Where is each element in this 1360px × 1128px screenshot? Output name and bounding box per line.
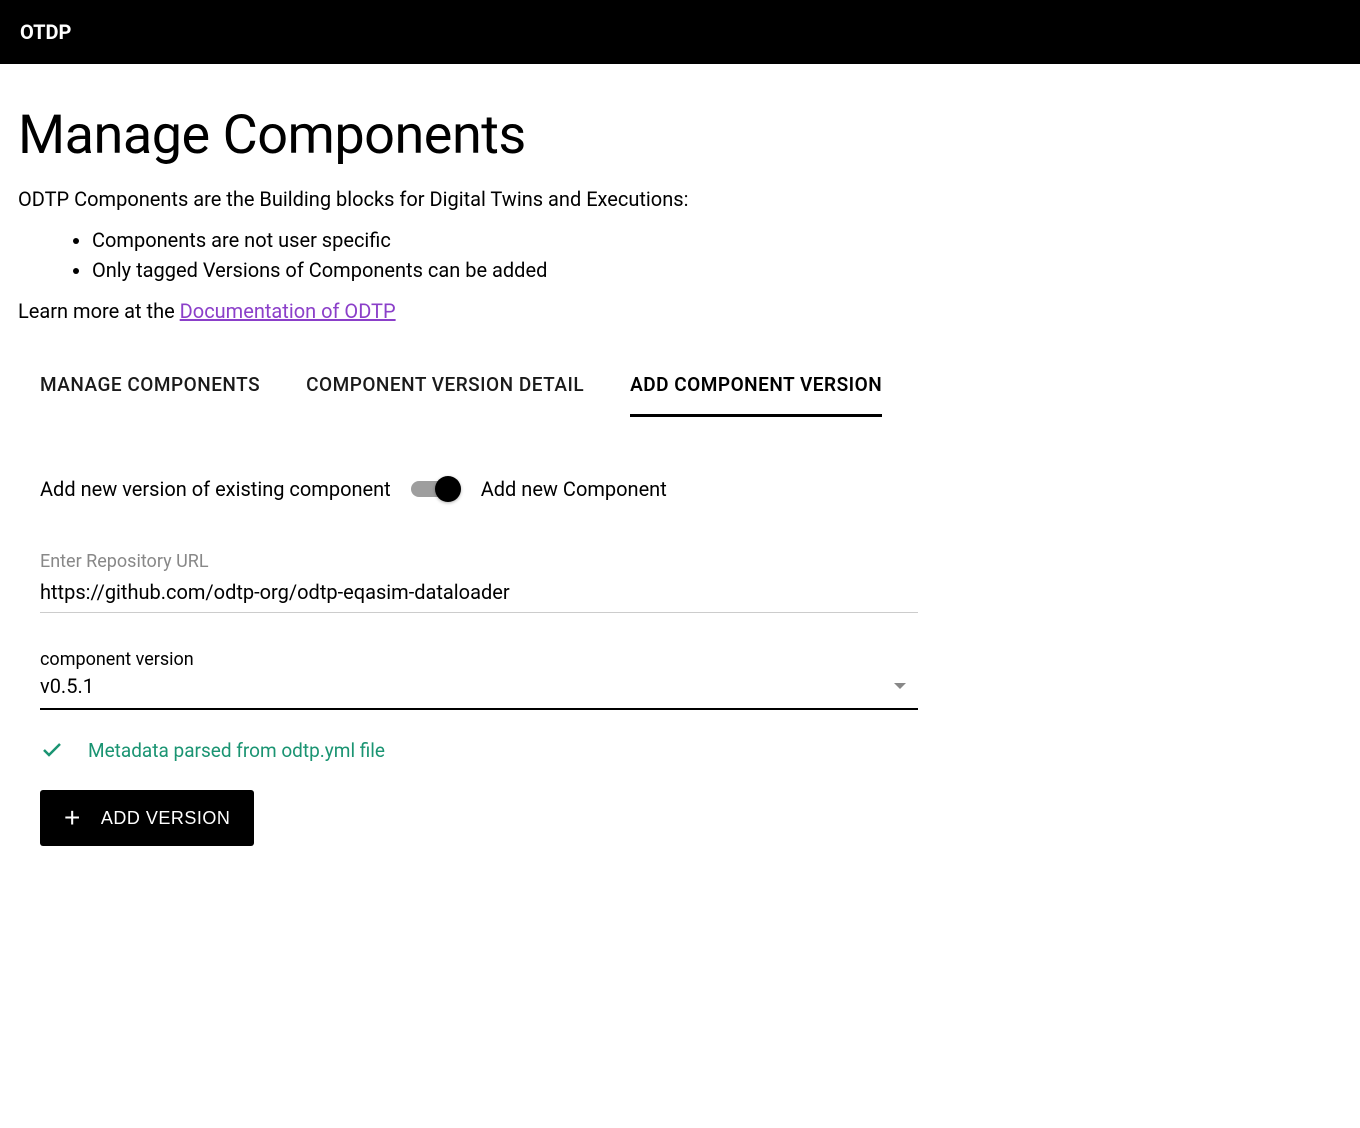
list-item: Only tagged Versions of Components can b…: [92, 255, 1342, 285]
status-row: Metadata parsed from odtp.yml file: [40, 738, 918, 762]
brand-name: OTDP: [20, 20, 71, 44]
repo-url-label: Enter Repository URL: [40, 551, 918, 572]
bullet-list: Components are not user specific Only ta…: [18, 225, 1342, 285]
toggle-label-right: Add new Component: [481, 477, 667, 501]
documentation-link[interactable]: Documentation of ODTP: [180, 299, 396, 323]
app-header: OTDP: [0, 0, 1360, 64]
add-button-label: ADD VERSION: [101, 808, 231, 829]
check-icon: [40, 738, 64, 762]
page-title: Manage Components: [18, 104, 1342, 167]
form-section: Add new version of existing component Ad…: [18, 477, 918, 846]
page-content: Manage Components ODTP Components are th…: [0, 104, 1360, 846]
toggle-label-left: Add new version of existing component: [40, 477, 391, 501]
version-select-group: component version v0.5.1: [40, 649, 918, 710]
repo-url-input[interactable]: [40, 576, 918, 613]
version-label: component version: [40, 649, 918, 670]
tabs-container: MANAGE COMPONENTS COMPONENT VERSION DETA…: [18, 373, 1342, 417]
version-select[interactable]: v0.5.1: [40, 672, 918, 710]
list-item: Components are not user specific: [92, 225, 1342, 255]
tab-add-component-version[interactable]: ADD COMPONENT VERSION: [630, 373, 882, 417]
chevron-down-icon: [894, 683, 906, 689]
status-message: Metadata parsed from odtp.yml file: [88, 739, 385, 762]
add-version-button[interactable]: + ADD VERSION: [40, 790, 254, 846]
tab-manage-components[interactable]: MANAGE COMPONENTS: [40, 373, 260, 417]
learn-more: Learn more at the Documentation of ODTP: [18, 299, 1342, 323]
toggle-switch[interactable]: [411, 477, 461, 501]
toggle-row: Add new version of existing component Ad…: [40, 477, 918, 501]
tab-component-version-detail[interactable]: COMPONENT VERSION DETAIL: [306, 373, 584, 417]
switch-knob: [435, 476, 461, 502]
version-value: v0.5.1: [40, 674, 94, 698]
intro-text: ODTP Components are the Building blocks …: [18, 187, 1342, 211]
repo-url-group: Enter Repository URL: [40, 551, 918, 613]
plus-icon: +: [64, 804, 81, 832]
